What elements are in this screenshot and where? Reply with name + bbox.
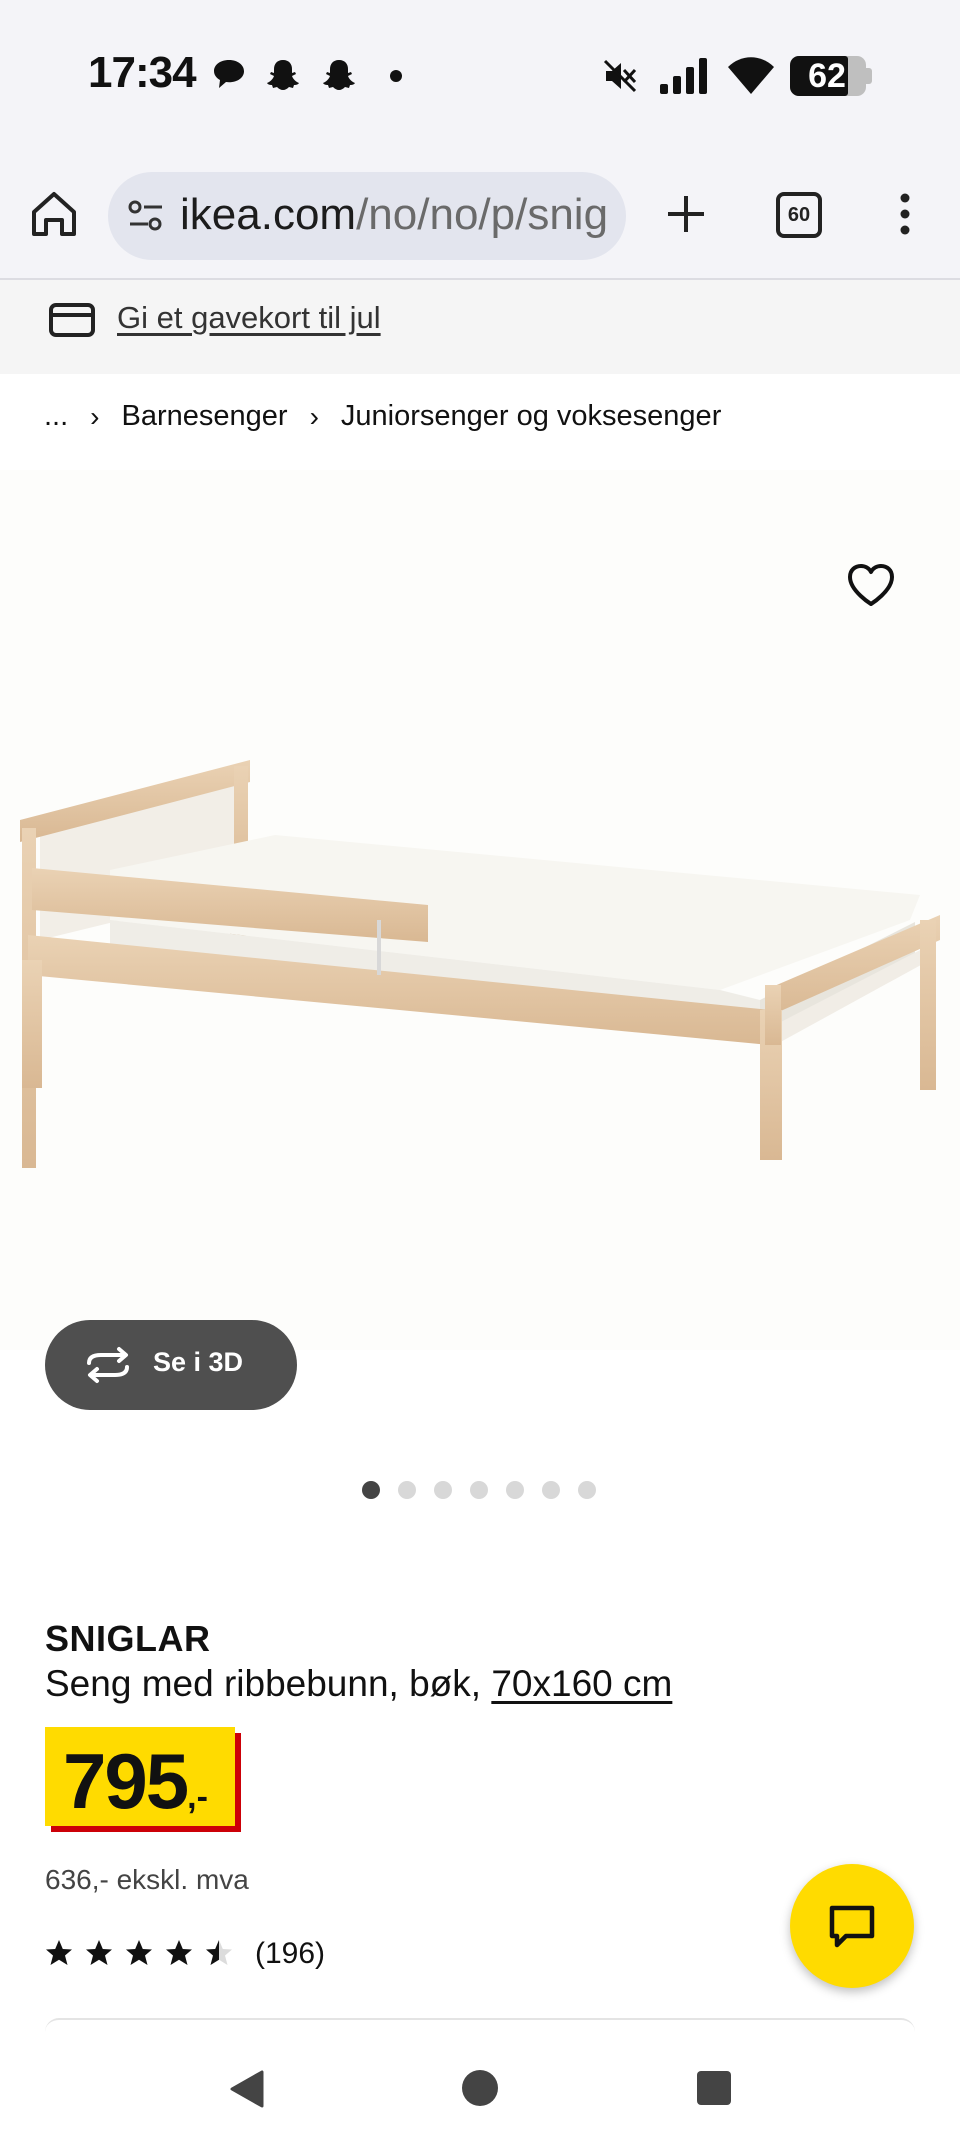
breadcrumb-item-barnesenger[interactable]: Barnesenger [122,400,288,433]
chevron-right-icon: › [309,400,319,432]
star-icon [126,1940,152,1965]
back-icon[interactable] [228,2070,264,2108]
product-description: Seng med ribbebunn, bøk, 70x160 cm [45,1663,672,1705]
chevron-right-icon: › [90,400,100,432]
rotate-3d-icon [87,1347,129,1383]
favorite-heart-icon[interactable] [846,562,896,608]
star-icon [86,1940,112,1965]
star-icon [166,1940,192,1965]
price: 795,- [63,1736,208,1827]
tab-count: 60 [776,192,822,238]
url-path: /no/no/p/snig [356,190,609,239]
tab-switcher-button[interactable]: 60 [774,190,822,238]
url-text[interactable]: ikea.com/no/no/p/snig [180,190,608,240]
snapchat-icon [323,60,355,90]
system-nav-bar [0,2034,960,2142]
carousel-dots [362,1481,596,1499]
product-name: SNIGLAR [45,1618,211,1659]
see-in-3d-button[interactable]: Se i 3D [45,1320,297,1410]
breadcrumb: ... › Barnesenger › Juniorsenger og voks… [44,400,721,433]
site-settings-icon[interactable] [126,196,166,236]
rating[interactable]: (196) [45,1937,325,1971]
gift-card-link[interactable]: Gi et gavekort til jul [117,300,381,336]
carousel-dot[interactable] [362,1481,380,1499]
star-icon [46,1940,72,1965]
review-count[interactable]: (196) [255,1937,325,1971]
mute-icon [603,59,637,93]
carousel-dot[interactable] [578,1481,596,1499]
price-suffix: ,- [187,1778,208,1816]
price-value: 795 [63,1737,189,1825]
recent-apps-icon[interactable] [697,2071,731,2105]
carousel-dot[interactable] [470,1481,488,1499]
new-tab-button[interactable] [662,190,710,238]
notification-dot-icon [390,70,402,82]
size-link[interactable]: 70x160 cm [491,1663,672,1704]
home-nav-icon[interactable] [462,2070,498,2106]
chat-button[interactable] [790,1864,914,1988]
chat-icon [829,1905,875,1948]
gift-card-icon [49,303,95,337]
signal-icon [660,58,707,94]
home-button[interactable] [28,188,80,240]
wifi-icon [728,57,774,94]
gift-card-banner: Gi et gavekort til jul [0,280,960,374]
carousel-dot[interactable] [434,1481,452,1499]
bed-illustration [20,760,940,1168]
carousel-dot[interactable] [398,1481,416,1499]
carousel-dot[interactable] [506,1481,524,1499]
url-bar[interactable]: ikea.com/no/no/p/snig [108,172,626,260]
product-description-text: Seng med ribbebunn, bøk, [45,1663,492,1704]
carousel-dot[interactable] [542,1481,560,1499]
see-in-3d-label: Se i 3D [153,1347,244,1377]
breadcrumb-ellipsis[interactable]: ... [44,400,68,433]
snapchat-icon [267,60,299,90]
rating-stars [46,1940,232,1965]
battery-level: 62 [808,57,846,95]
chat-bubble-icon [214,60,244,88]
price-tag: 795,- [45,1727,235,1826]
product-image[interactable] [0,470,960,1350]
battery-indicator: 62 [790,56,872,96]
breadcrumb-item-juniorsenger[interactable]: Juniorsenger og voksesenger [341,400,721,433]
url-host: ikea.com [180,190,357,239]
more-menu-button[interactable] [890,190,920,238]
price-excluding-vat: 636,- ekskl. mva [45,1864,249,1895]
status-time: 17:34 [88,48,197,97]
